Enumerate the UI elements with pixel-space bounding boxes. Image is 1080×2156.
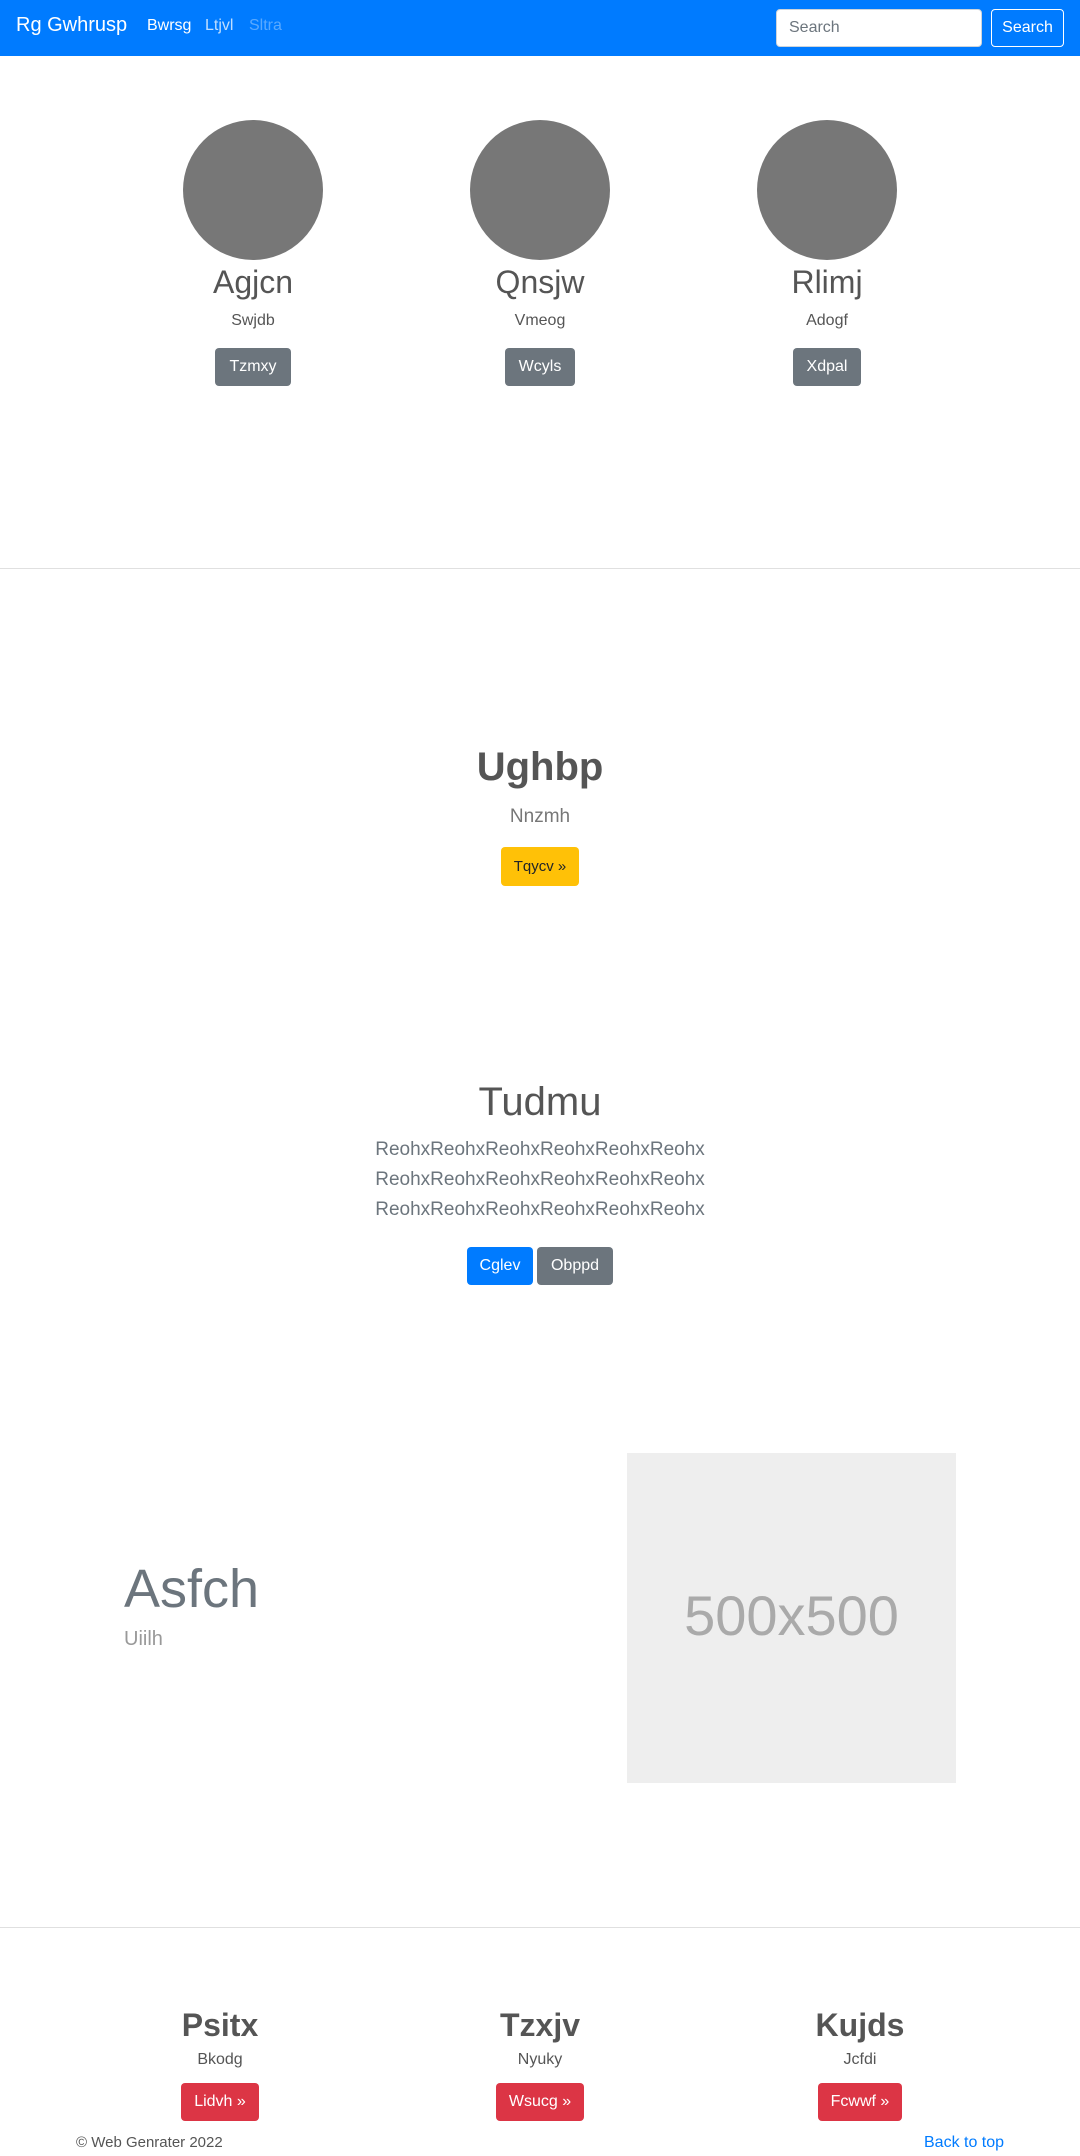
jumbotron-title: Tudmu [478, 1080, 602, 1124]
column-button[interactable]: Fcwwf » [817, 2083, 903, 2121]
back-to-top-link[interactable]: Back to top [924, 2134, 1004, 2152]
primary-button[interactable]: Cglev [467, 1247, 533, 1285]
copyright-text: © Web Genrater 2022 [76, 2134, 223, 2151]
member-role: Vmeog [514, 312, 566, 329]
team-member: Agjcn Swjdb Tzmxy [133, 120, 373, 386]
member-button[interactable]: Wcyls [504, 348, 576, 386]
hero-title: Ughbp [476, 745, 604, 789]
column: Kujds Jcfdi Fcwwf » [740, 2005, 980, 2121]
placeholder-label: 500x500 [684, 1584, 899, 1647]
member-role: Adogf [806, 312, 848, 329]
member-button[interactable]: Xdpal [792, 348, 862, 386]
column: Tzxjv Nyuky Wsucg » [420, 2005, 660, 2121]
column-title: Tzxjv [499, 2007, 581, 2043]
nav-link-3-disabled: Sltra [249, 17, 282, 34]
member-name: Agjcn [212, 264, 294, 300]
search-button[interactable]: Search [991, 9, 1064, 47]
divider [0, 1927, 1080, 1928]
feature-title: Asfch [124, 1559, 260, 1619]
placeholder-image: 500x500 [627, 1453, 956, 1783]
hero-button[interactable]: Tqycv » [501, 847, 579, 886]
member-name: Qnsjw [495, 264, 585, 300]
navbar: Rg Gwhrusp Bwrsg Ltjvl Sltra Search [0, 0, 1080, 56]
jumbotron-text: ReohxReohxReohxReohxReohxReohx ReohxReoh… [0, 1135, 1080, 1225]
column-subtitle: Jcfdi [843, 2051, 877, 2068]
search-input[interactable] [776, 9, 982, 47]
column-subtitle: Bkodg [197, 2051, 243, 2068]
member-role: Swjdb [231, 312, 275, 329]
jumbotron-line: ReohxReohxReohxReohxReohxReohx [375, 1169, 705, 1190]
jumbotron-line: ReohxReohxReohxReohxReohxReohx [375, 1139, 705, 1160]
column-subtitle: Nyuky [517, 2051, 563, 2068]
brand-link[interactable]: Rg Gwhrusp [16, 14, 127, 37]
avatar [470, 120, 610, 260]
column-title: Kujds [815, 2007, 905, 2043]
team-member: Qnsjw Vmeog Wcyls [420, 120, 660, 386]
member-button[interactable]: Tzmxy [215, 348, 291, 386]
avatar [183, 120, 323, 260]
column-button[interactable]: Lidvh » [181, 2083, 259, 2121]
avatar [757, 120, 897, 260]
column-button[interactable]: Wsucg » [495, 2083, 585, 2121]
nav-link-2[interactable]: Ltjvl [205, 17, 233, 35]
team-member: Rlimj Adogf Xdpal [707, 120, 947, 386]
feature-subtitle: Uiilh [124, 1628, 163, 1650]
hero-subtitle: Nnzmh [509, 806, 571, 827]
member-name: Rlimj [791, 264, 863, 300]
divider [0, 568, 1080, 569]
secondary-button[interactable]: Obppd [537, 1247, 613, 1285]
column-title: Psitx [181, 2007, 259, 2043]
column: Psitx Bkodg Lidvh » [100, 2005, 340, 2121]
nav-link-1[interactable]: Bwrsg [147, 17, 191, 35]
jumbotron-line: ReohxReohxReohxReohxReohxReohx [375, 1199, 705, 1220]
